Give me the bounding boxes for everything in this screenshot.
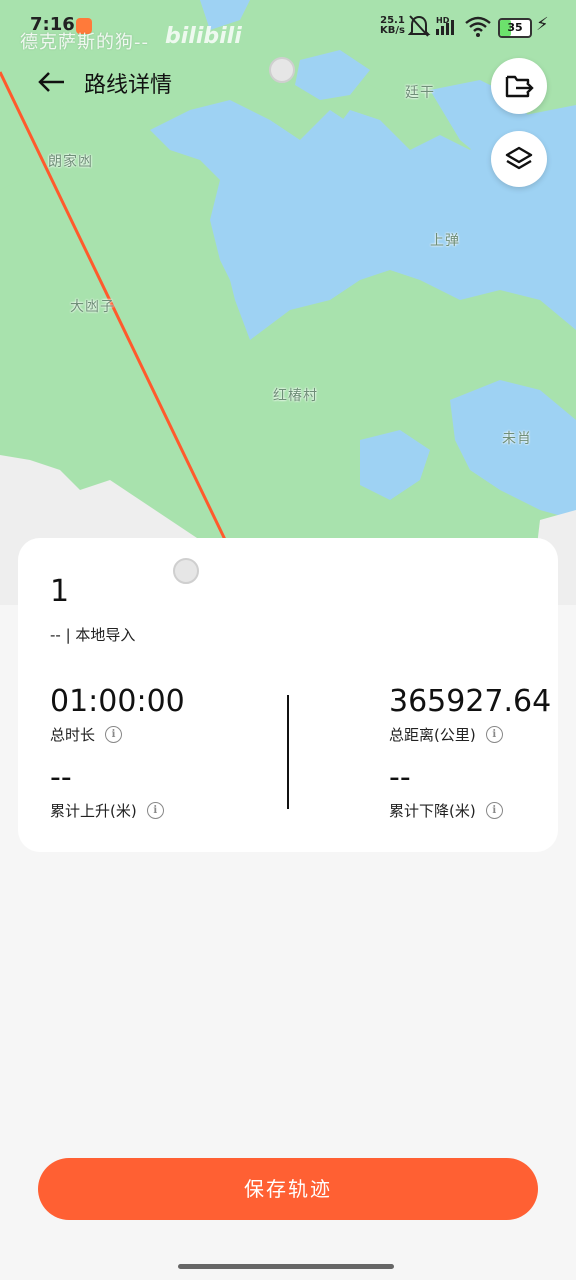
- export-icon: [505, 75, 534, 98]
- info-icon[interactable]: i: [105, 726, 123, 743]
- signal-icon: HD: [436, 16, 454, 35]
- place-label: 大凼子: [70, 299, 115, 315]
- export-button[interactable]: [491, 58, 547, 114]
- place-label: 红椿村: [273, 388, 318, 404]
- save-track-button[interactable]: 保存轨迹: [38, 1158, 538, 1220]
- status-bar: 7:16 德克萨斯的狗-- bilibili 25.1 KB/s HD 35 ⚡: [0, 0, 576, 56]
- ascent-label-text: 累计上升(米): [50, 802, 137, 820]
- info-icon[interactable]: i: [485, 726, 503, 743]
- descent-value: --: [389, 760, 411, 795]
- charging-icon: ⚡: [536, 14, 549, 35]
- layers-icon: [505, 146, 533, 170]
- descent-label: 累计下降(米) i: [389, 800, 503, 821]
- video-watermark: 德克萨斯的狗--: [20, 32, 149, 53]
- route-end-marker: [173, 558, 199, 584]
- header: 路线详情: [0, 56, 576, 112]
- back-button[interactable]: [34, 64, 70, 100]
- battery-level: 35: [507, 21, 523, 34]
- distance-value: 365927.64: [389, 684, 552, 719]
- route-detail-card: 1 -- | 本地导入 01:00:00 总时长 i -- 累计上升(米) i …: [18, 538, 558, 852]
- descent-label-text: 累计下降(米): [389, 802, 476, 820]
- home-indicator[interactable]: [178, 1264, 394, 1269]
- arrow-left-icon: [38, 72, 64, 92]
- place-label: 未肖: [502, 431, 532, 447]
- ascent-label: 累计上升(米) i: [50, 800, 164, 821]
- distance-label: 总距离(公里) i: [389, 724, 503, 745]
- place-label: 上弹: [430, 233, 460, 249]
- duration-label: 总时长 i: [50, 724, 123, 745]
- duration-value: 01:00:00: [50, 684, 185, 719]
- page-title: 路线详情: [84, 73, 173, 98]
- status-icons: HD: [407, 14, 494, 44]
- network-speed-unit: KB/s: [380, 25, 405, 36]
- map-layers-button[interactable]: [491, 131, 547, 187]
- route-name: 1: [50, 574, 70, 609]
- wifi-icon: [465, 16, 491, 37]
- info-icon[interactable]: i: [485, 802, 503, 819]
- duration-label-text: 总时长: [50, 726, 96, 744]
- route-source: -- | 本地导入: [50, 626, 136, 644]
- network-speed: 25.1 KB/s: [380, 16, 405, 36]
- mute-bell-icon: [407, 15, 431, 37]
- ascent-value: --: [50, 760, 72, 795]
- distance-label-text: 总距离(公里): [389, 726, 476, 744]
- watermark-logo: bilibili: [165, 24, 242, 49]
- info-icon[interactable]: i: [146, 802, 164, 819]
- battery-icon: 35: [498, 18, 532, 38]
- stats-divider: [287, 695, 289, 809]
- place-label: 朗家凼: [48, 154, 93, 170]
